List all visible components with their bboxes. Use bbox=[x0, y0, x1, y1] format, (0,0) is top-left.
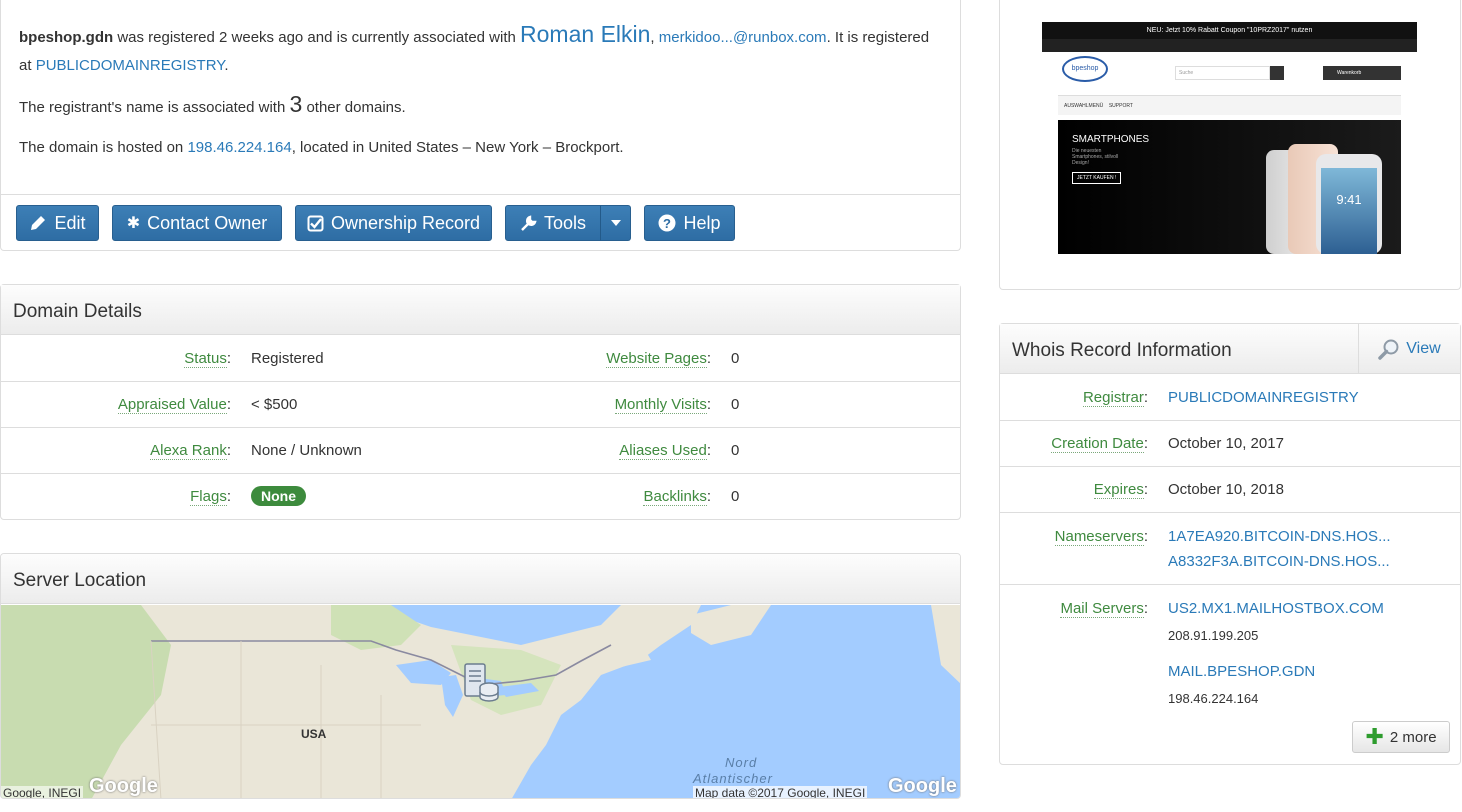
alexa-rank-label[interactable]: Alexa Rank bbox=[150, 442, 227, 460]
expires-value: October 10, 2018 bbox=[1168, 481, 1284, 498]
whois-row-nameservers: Nameservers: 1A7EA920.BITCOIN-DNS.HOS...… bbox=[1000, 513, 1460, 585]
appraised-value-label[interactable]: Appraised Value bbox=[117, 396, 227, 414]
summary-line-2: The registrant's name is associated with… bbox=[19, 91, 406, 117]
server-location-title: Server Location bbox=[1, 554, 960, 604]
website-screenshot-panel: NEU: Jetzt 10% Rabatt Coupon "10PRZ2017"… bbox=[999, 0, 1461, 290]
mail-server-ip: 208.91.199.205 bbox=[1168, 628, 1259, 643]
server-location-map[interactable]: USA Nord Atlantischer Google, INEGI Goog… bbox=[1, 605, 960, 799]
screenshot-search: Suche bbox=[1175, 66, 1270, 80]
summary-text: bpeshop.gdn was registered 2 weeks ago a… bbox=[1, 0, 960, 162]
website-screenshot[interactable]: NEU: Jetzt 10% Rabatt Coupon "10PRZ2017"… bbox=[1042, 22, 1417, 254]
map-ocean-label-2: Atlantischer bbox=[693, 771, 773, 786]
mail-servers-label[interactable]: Mail Servers bbox=[1060, 600, 1144, 618]
details-row: Status: Registered Website Pages: 0 bbox=[1, 336, 960, 382]
details-row: Appraised Value: < $500 Monthly Visits: … bbox=[1, 382, 960, 428]
backlinks-value: 0 bbox=[731, 488, 740, 505]
summary-line-1: bpeshop.gdn was registered 2 weeks ago a… bbox=[19, 21, 930, 74]
status-value: Registered bbox=[251, 350, 324, 367]
host-ip-link[interactable]: 198.46.224.164 bbox=[187, 139, 291, 156]
nameserver-link[interactable]: A8332F3A.BITCOIN-DNS.HOS... bbox=[1168, 553, 1390, 570]
registrar-label[interactable]: Registrar bbox=[1082, 389, 1144, 407]
tools-button[interactable]: Tools bbox=[505, 205, 601, 241]
svg-text:?: ? bbox=[664, 216, 672, 231]
nameservers-label[interactable]: Nameservers bbox=[1054, 528, 1144, 546]
server-icon[interactable] bbox=[464, 663, 500, 703]
nameserver-link[interactable]: 1A7EA920.BITCOIN-DNS.HOS... bbox=[1168, 528, 1391, 545]
status-label[interactable]: Status bbox=[184, 350, 227, 368]
aliases-used-label[interactable]: Aliases Used bbox=[619, 442, 707, 460]
mail-server-ip: 198.46.224.164 bbox=[1168, 691, 1259, 706]
owner-name-link[interactable]: Roman Elkin bbox=[520, 21, 650, 47]
registrar-link[interactable]: PUBLICDOMAINREGISTRY bbox=[36, 57, 225, 74]
screenshot-banner: NEU: Jetzt 10% Rabatt Coupon "10PRZ2017"… bbox=[1042, 22, 1417, 39]
domain-summary-panel: bpeshop.gdn was registered 2 weeks ago a… bbox=[0, 0, 961, 251]
appraised-value: < $500 bbox=[251, 396, 298, 413]
whois-title: Whois Record Information bbox=[1012, 340, 1232, 361]
question-circle-icon: ? bbox=[658, 214, 676, 232]
map-attribution-right[interactable]: Map data ©2017 Google, INEGI bbox=[693, 786, 868, 798]
monthly-visits-value: 0 bbox=[731, 396, 740, 413]
show-more-button[interactable]: ✚ 2 more bbox=[1352, 721, 1450, 753]
google-logo-right: Google bbox=[888, 775, 957, 797]
creation-date-value: October 10, 2017 bbox=[1168, 435, 1284, 452]
owner-email-link[interactable]: merkidoo...@runbox.com bbox=[659, 29, 827, 46]
map-attribution-left: Google, INEGI bbox=[1, 786, 84, 799]
ownership-record-button[interactable]: Ownership Record bbox=[295, 205, 492, 241]
screenshot-hero: SMARTPHONES Die neuesten Smartphones, st… bbox=[1058, 120, 1401, 254]
summary-line-3: The domain is hosted on 198.46.224.164, … bbox=[19, 139, 624, 156]
google-logo-left: Google bbox=[89, 775, 158, 797]
associated-count[interactable]: 3 bbox=[289, 91, 302, 117]
help-button[interactable]: ? Help bbox=[644, 205, 735, 241]
whois-row-mail-servers: Mail Servers: US2.MX1.MAILHOSTBOX.COM 20… bbox=[1000, 585, 1460, 765]
magnifier-icon bbox=[1378, 339, 1399, 360]
aliases-used-value: 0 bbox=[731, 442, 740, 459]
website-pages-label[interactable]: Website Pages bbox=[606, 350, 707, 368]
map-ocean-label: Nord bbox=[725, 755, 758, 770]
details-row: Alexa Rank: None / Unknown Aliases Used:… bbox=[1, 428, 960, 474]
website-pages-value: 0 bbox=[731, 350, 740, 367]
creation-date-label[interactable]: Creation Date bbox=[1051, 435, 1144, 453]
flags-badge: None bbox=[251, 486, 306, 506]
view-whois-button[interactable]: View bbox=[1358, 324, 1460, 374]
tools-dropdown-toggle[interactable] bbox=[600, 205, 631, 241]
wrench-icon bbox=[521, 214, 537, 231]
pencil-icon bbox=[31, 216, 46, 230]
edit-button[interactable]: Edit bbox=[16, 205, 99, 241]
whois-record-panel: Whois Record Information View Registrar:… bbox=[999, 323, 1461, 765]
mail-server-link[interactable]: US2.MX1.MAILHOSTBOX.COM bbox=[1168, 600, 1384, 617]
domain-details-panel: Domain Details Status: Registered Websit… bbox=[0, 284, 961, 520]
whois-registrar-link[interactable]: PUBLICDOMAINREGISTRY bbox=[1168, 389, 1359, 406]
backlinks-label[interactable]: Backlinks bbox=[643, 488, 707, 506]
domain-name: bpeshop.gdn bbox=[19, 29, 114, 46]
screenshot-logo: bpeshop bbox=[1062, 56, 1108, 82]
alexa-rank-value: None / Unknown bbox=[251, 442, 362, 459]
whois-row-creation: Creation Date: October 10, 2017 bbox=[1000, 421, 1460, 467]
whois-row-registrar: Registrar: PUBLICDOMAINREGISTRY bbox=[1000, 375, 1460, 421]
whois-row-expires: Expires: October 10, 2018 bbox=[1000, 467, 1460, 513]
mail-server-link[interactable]: MAIL.BPESHOP.GDN bbox=[1168, 663, 1315, 680]
action-toolbar: Edit ✱ Contact Owner Ownership Record To… bbox=[1, 194, 960, 251]
details-row: Flags: None Backlinks: 0 bbox=[190, 486, 740, 506]
caret-down-icon bbox=[610, 220, 621, 226]
flags-label[interactable]: Flags bbox=[190, 488, 227, 506]
asterisk-icon: ✱ bbox=[126, 215, 141, 232]
monthly-visits-label[interactable]: Monthly Visits bbox=[614, 396, 707, 414]
check-square-icon bbox=[307, 215, 324, 231]
server-location-panel: Server Location USA Nord Atlantischer Go… bbox=[0, 553, 961, 799]
screenshot-cart: Warenkorb bbox=[1323, 66, 1401, 80]
plus-icon: ✚ bbox=[1365, 724, 1384, 749]
expires-label[interactable]: Expires bbox=[1093, 481, 1144, 499]
contact-owner-button[interactable]: ✱ Contact Owner bbox=[112, 205, 282, 241]
domain-details-title: Domain Details bbox=[1, 285, 960, 335]
map-country-label: USA bbox=[301, 727, 327, 741]
